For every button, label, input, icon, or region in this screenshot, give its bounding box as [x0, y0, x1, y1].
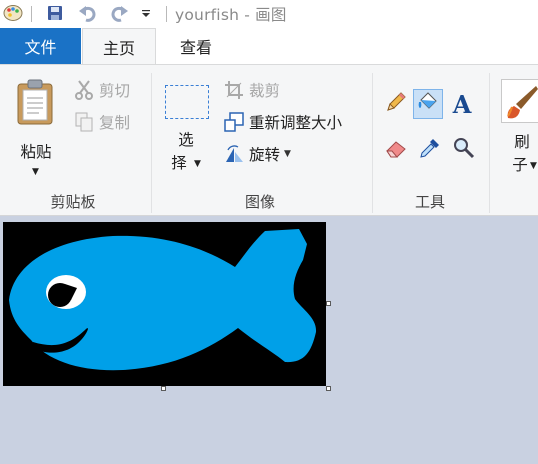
resize-icon: [222, 110, 246, 134]
clipboard-group-label: 剪贴板: [50, 193, 96, 211]
undo-icon[interactable]: [76, 3, 100, 23]
fill-tool[interactable]: [413, 89, 443, 119]
ribbon: 粘贴 ▼ 剪切 复制 剪贴板 选 择 ▼ 裁剪 重新调整大小 旋转 ▼ 图像 A…: [0, 64, 538, 216]
tab-file[interactable]: 文件: [0, 28, 81, 64]
scissors-icon: [72, 78, 96, 102]
magnifier-icon: [452, 136, 476, 164]
paint-app-icon[interactable]: [2, 3, 24, 23]
image-group-label: 图像: [244, 193, 275, 211]
cut-button[interactable]: 剪切: [72, 77, 130, 103]
select-button[interactable]: 选 择 ▼: [160, 79, 214, 183]
crop-button[interactable]: 裁剪: [222, 77, 280, 103]
divider: [166, 6, 167, 22]
divider: [489, 73, 490, 213]
eraser-tool[interactable]: [381, 135, 411, 165]
resize-button[interactable]: 重新调整大小: [222, 109, 342, 135]
text-tool[interactable]: A: [447, 89, 477, 119]
customize-toolbar-icon[interactable]: [139, 3, 153, 23]
eyedropper-icon: [418, 136, 442, 164]
pencil-tool[interactable]: [381, 89, 411, 119]
crop-icon: [222, 78, 246, 102]
divider: [372, 73, 373, 213]
paste-button[interactable]: 粘贴 ▼: [10, 75, 62, 179]
select-label-line1: 选: [178, 131, 194, 149]
redo-icon[interactable]: [107, 3, 131, 23]
fish-drawing: [9, 229, 317, 371]
paste-label: 粘贴: [20, 143, 52, 161]
brushes-label-line1: 刷: [514, 133, 530, 151]
rotate-icon: [222, 142, 246, 166]
chevron-down-icon: ▼: [530, 161, 537, 171]
crop-label: 裁剪: [249, 82, 281, 100]
tools-group-label: 工具: [414, 193, 445, 211]
drawing-canvas[interactable]: [3, 222, 326, 386]
resize-handle-bottom[interactable]: [161, 386, 166, 391]
resize-label: 重新调整大小: [249, 114, 343, 132]
divider: [151, 73, 152, 213]
paste-icon: [16, 79, 56, 129]
chevron-down-icon: ▼: [194, 159, 201, 169]
copy-button[interactable]: 复制: [72, 109, 130, 135]
select-label-line2: 择: [171, 154, 187, 172]
pencil-icon: [384, 90, 408, 118]
resize-handle-right[interactable]: [326, 301, 331, 306]
chevron-down-icon: ▼: [284, 149, 291, 159]
ribbon-tabs: 文件 主页 查看: [0, 28, 538, 65]
divider: [31, 6, 32, 22]
brush-icon: [501, 79, 538, 123]
resize-handle-corner[interactable]: [326, 386, 331, 391]
cut-label: 剪切: [99, 82, 131, 100]
title-bar: yourfish - 画图: [0, 0, 538, 28]
paint-bucket-icon: [416, 90, 440, 118]
copy-label: 复制: [99, 114, 131, 132]
magnifier-tool[interactable]: [449, 135, 479, 165]
chevron-down-icon: ▼: [32, 167, 39, 177]
tab-view[interactable]: 查看: [158, 28, 234, 64]
selection-rectangle-icon: [165, 85, 209, 119]
rotate-label: 旋转: [249, 146, 281, 164]
eraser-icon: [384, 136, 408, 164]
color-picker-tool[interactable]: [415, 135, 445, 165]
window-title: yourfish - 画图: [175, 6, 287, 24]
brushes-button[interactable]: 刷 子 ▼: [498, 75, 538, 185]
rotate-button[interactable]: 旋转 ▼: [222, 141, 291, 167]
text-icon: A: [452, 89, 472, 119]
tab-home[interactable]: 主页: [82, 28, 156, 65]
brushes-label-line2: 子: [512, 156, 528, 174]
save-icon[interactable]: [44, 3, 66, 23]
copy-icon: [72, 110, 96, 134]
